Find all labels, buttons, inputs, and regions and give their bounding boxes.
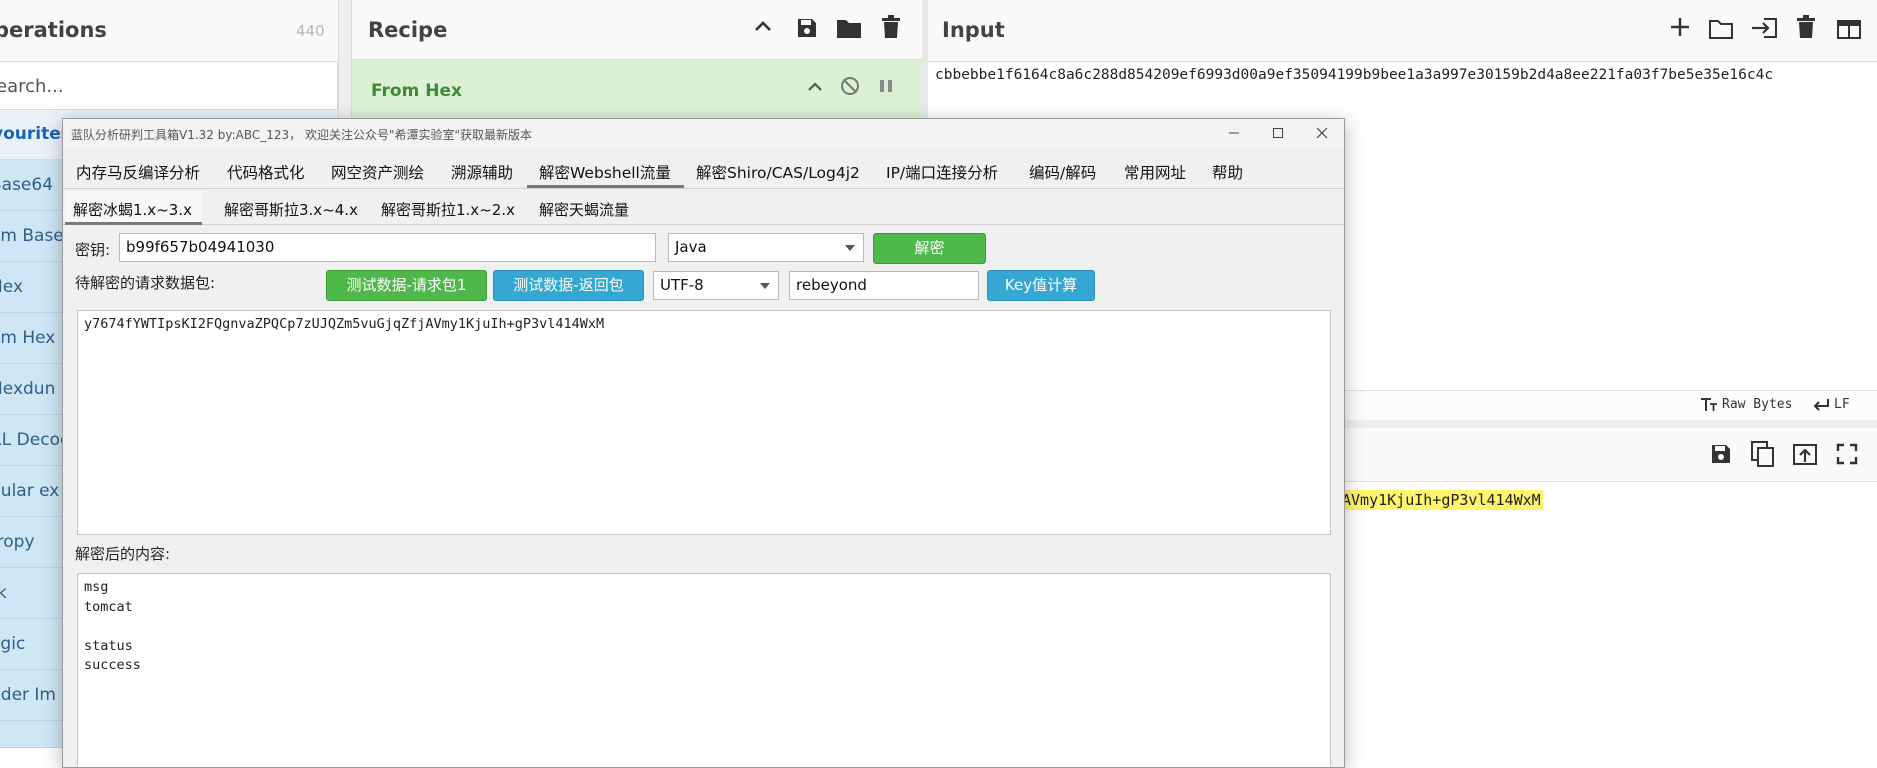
text-format-icon[interactable] xyxy=(1700,397,1718,417)
save-icon[interactable] xyxy=(795,16,819,46)
menu-ip-port-analysis[interactable]: IP/端口连接分析 xyxy=(886,161,998,183)
maximize-button[interactable] xyxy=(1256,121,1300,147)
encoding-select[interactable]: UTF-8 xyxy=(653,271,779,300)
password-input[interactable]: rebeyond xyxy=(789,271,979,300)
replace-input-icon[interactable] xyxy=(1792,442,1818,470)
menu-decrypt-webshell[interactable]: 解密Webshell流量 xyxy=(539,161,671,183)
recipe-operation-label: From Hex xyxy=(371,81,462,101)
status-raw-bytes[interactable]: Raw Bytes xyxy=(1722,397,1792,412)
subtab-behinder[interactable]: 解密冰蝎1.x~3.x xyxy=(73,199,192,220)
request-data-textarea[interactable]: y7674fYWTIpsKI2FQgnvaZPQCp7zUJQZm5vuGjqZ… xyxy=(77,310,1331,535)
tool-window: 蓝队分析研判工具箱V1.32 by:ABC_123， 欢迎关注公众号"希潭实验室… xyxy=(62,118,1345,768)
layout-icon[interactable] xyxy=(1836,18,1862,44)
operations-count: 440 xyxy=(296,22,325,40)
chevron-down-icon xyxy=(845,245,855,251)
menu-trace-assist[interactable]: 溯源辅助 xyxy=(451,161,513,183)
menu-memshell-decompile[interactable]: 内存马反编译分析 xyxy=(76,161,200,183)
save-icon[interactable] xyxy=(1709,442,1733,470)
tool-window-title: 蓝队分析研判工具箱V1.32 by:ABC_123， 欢迎关注公众号"希潭实验室… xyxy=(71,128,533,142)
test-request-button[interactable]: 测试数据-请求包1 xyxy=(326,270,487,301)
test-response-button[interactable]: 测试数据-返回包 xyxy=(493,270,644,301)
menu-encode-decode[interactable]: 编码/解码 xyxy=(1029,161,1096,183)
open-folder-icon[interactable] xyxy=(1708,18,1734,44)
maximise-icon[interactable] xyxy=(1836,443,1858,469)
chevron-up-icon[interactable] xyxy=(752,16,774,44)
recipe-title: Recipe xyxy=(368,18,448,42)
trash-icon[interactable] xyxy=(1796,15,1816,43)
input-header xyxy=(928,0,1877,62)
encoding-select-value: UTF-8 xyxy=(660,276,704,294)
search-placeholder: earch... xyxy=(0,76,64,97)
favourites-label: vourites xyxy=(0,124,71,144)
language-select-value: Java xyxy=(675,238,707,256)
chevron-up-icon[interactable] xyxy=(806,78,824,100)
pause-icon[interactable] xyxy=(878,78,894,98)
menu-help[interactable]: 帮助 xyxy=(1212,161,1243,183)
disable-icon[interactable] xyxy=(840,76,860,100)
menu-asset-mapping[interactable]: 网空资产测绘 xyxy=(331,161,424,183)
decrypt-button[interactable]: 解密 xyxy=(873,233,986,264)
output-highlighted-text: AVmy1KjuIh+gP3vl414WxM xyxy=(1340,490,1543,510)
request-data-label: 待解密的请求数据包: xyxy=(75,274,216,292)
subtab-godzilla-1-2[interactable]: 解密哥斯拉1.x~2.x xyxy=(381,199,515,220)
menu-code-format[interactable]: 代码格式化 xyxy=(227,161,305,183)
copy-icon[interactable] xyxy=(1750,440,1776,472)
key-label: 密钥: xyxy=(75,241,111,259)
operations-title: perations xyxy=(0,18,107,42)
result-label: 解密后的内容: xyxy=(75,545,171,563)
close-button[interactable] xyxy=(1300,121,1344,147)
result-textarea[interactable]: msg tomcat status success xyxy=(77,573,1331,767)
menu-common-urls[interactable]: 常用网址 xyxy=(1124,161,1186,183)
return-icon[interactable] xyxy=(1812,397,1830,417)
operations-search-input[interactable]: earch... xyxy=(0,62,338,110)
key-input[interactable]: b99f657b04941030 xyxy=(119,233,656,262)
key-calc-button[interactable]: Key值计算 xyxy=(987,270,1095,301)
import-icon[interactable] xyxy=(1750,16,1778,44)
input-title: Input xyxy=(942,18,1005,42)
plus-icon[interactable] xyxy=(1669,16,1691,42)
minimize-button[interactable] xyxy=(1212,121,1256,147)
trash-icon[interactable] xyxy=(881,15,901,45)
active-menu-indicator xyxy=(527,185,684,188)
status-line-ending[interactable]: LF xyxy=(1834,397,1850,412)
menu-decrypt-shiro[interactable]: 解密Shiro/CAS/Log4j2 xyxy=(696,161,860,183)
chevron-down-icon xyxy=(760,283,770,289)
input-textarea[interactable]: cbbebbe1f6164c8a6c288d854209ef6993d00a9e… xyxy=(935,67,1773,83)
subtab-godzilla-3-4[interactable]: 解密哥斯拉3.x~4.x xyxy=(224,199,358,220)
language-select[interactable]: Java xyxy=(668,233,864,262)
subtab-tianxie[interactable]: 解密天蝎流量 xyxy=(539,199,629,220)
folder-icon[interactable] xyxy=(836,17,862,45)
